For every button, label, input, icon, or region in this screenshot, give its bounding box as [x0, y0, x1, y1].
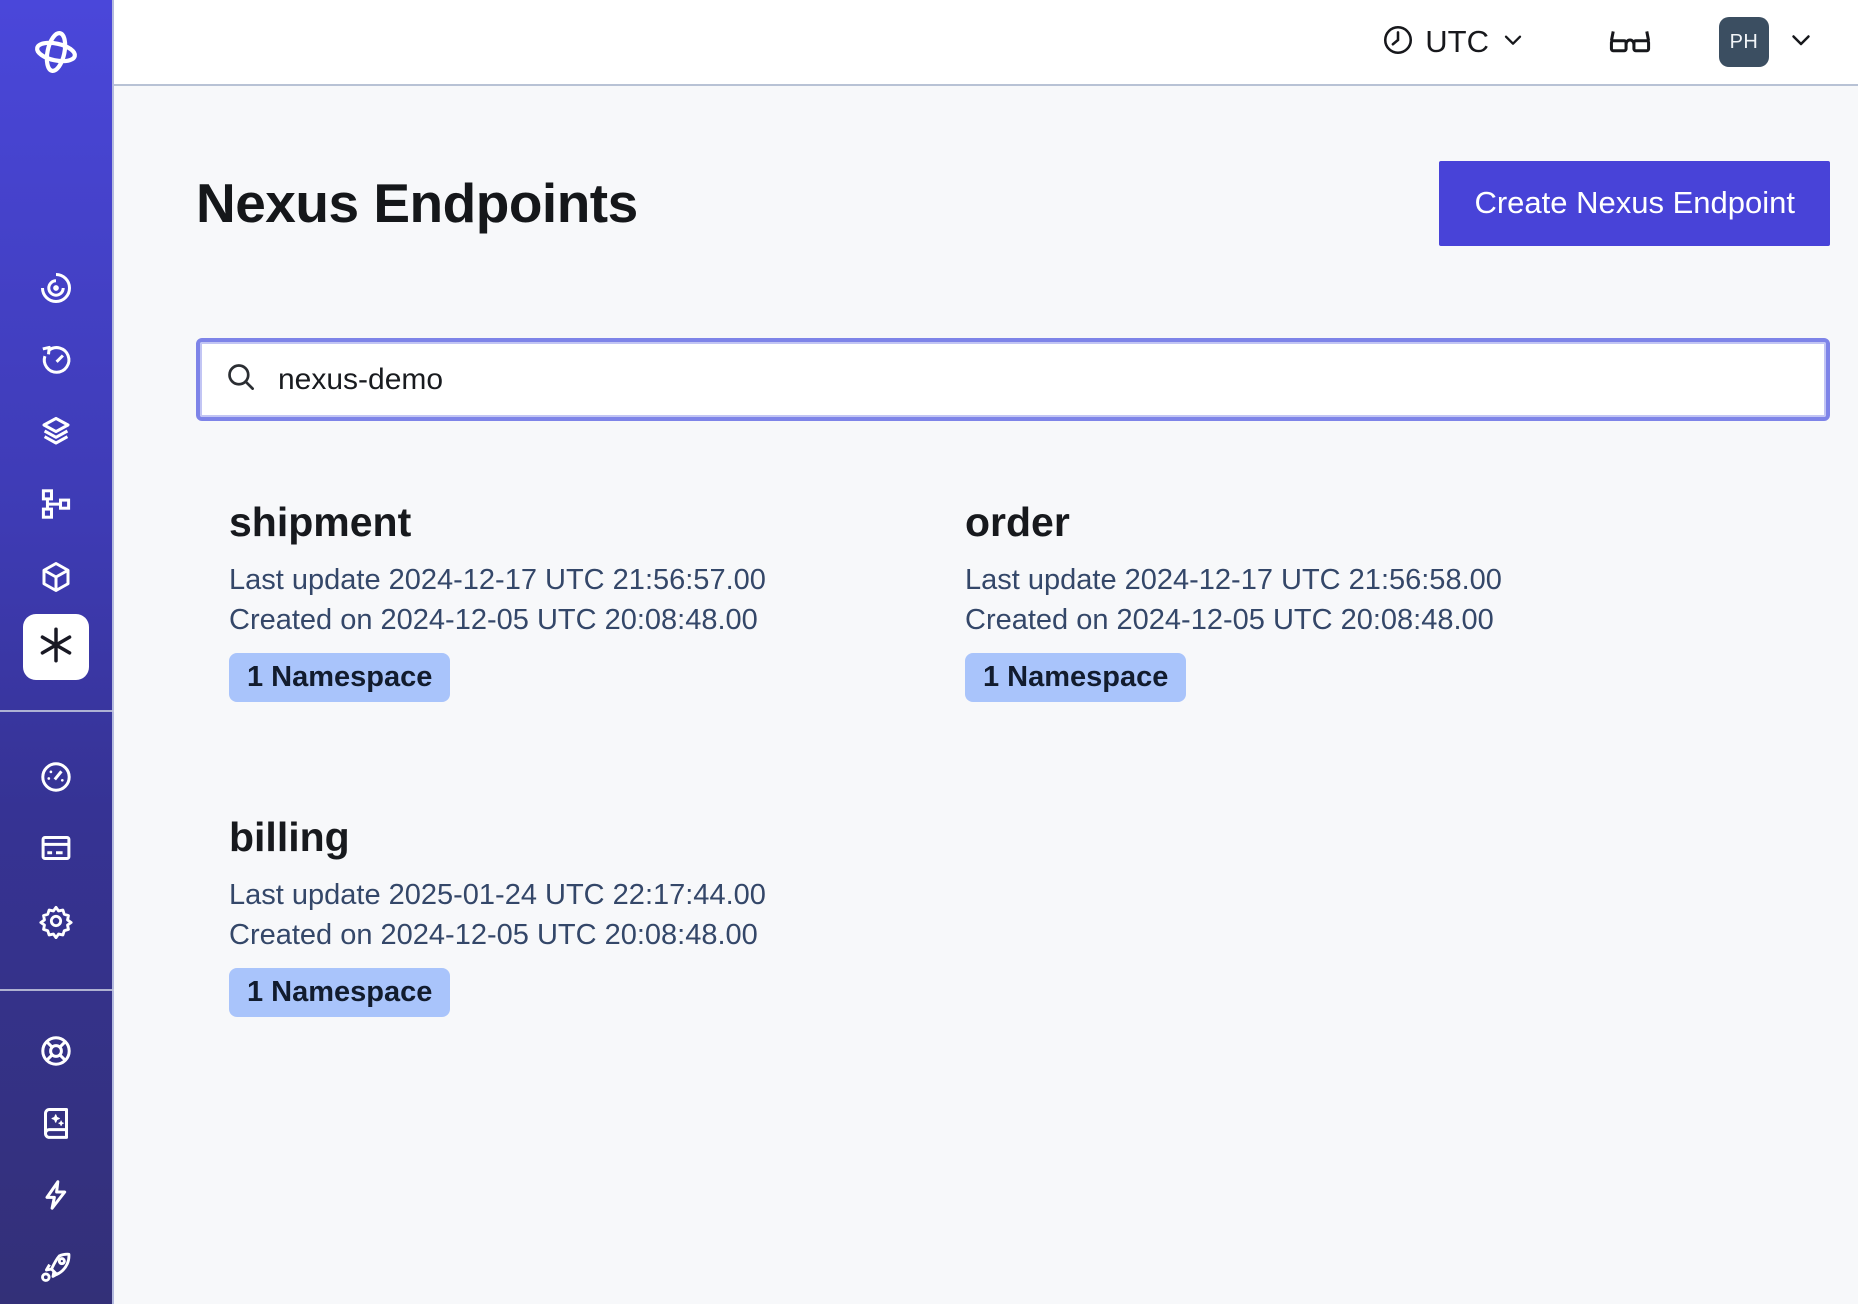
- endpoint-search-input[interactable]: [276, 362, 1802, 398]
- endpoint-name[interactable]: order: [965, 499, 1701, 546]
- search-row: [196, 338, 1830, 421]
- app-sidebar: [0, 0, 114, 1304]
- namespace-badge: 1 Namespace: [229, 968, 450, 1017]
- main-content: Nexus Endpoints Create Nexus Endpoint sh…: [114, 86, 1858, 1304]
- spiral-icon: [38, 270, 74, 306]
- reader-mode-button[interactable]: [1605, 20, 1655, 65]
- app-header: UTC PH: [114, 0, 1858, 86]
- endpoint-card[interactable]: order Last update 2024-12-17 UTC 21:56:5…: [965, 499, 1701, 702]
- cube-icon: [38, 559, 74, 595]
- endpoint-name[interactable]: shipment: [229, 499, 965, 546]
- sidebar-item-life-ring[interactable]: [33, 1028, 79, 1074]
- sidebar-divider: [0, 710, 114, 712]
- create-nexus-endpoint-button[interactable]: Create Nexus Endpoint: [1439, 161, 1830, 246]
- created-on-text: Created on 2024-12-05 UTC 20:08:48.00: [229, 915, 965, 955]
- sidebar-item-rocket[interactable]: [33, 1244, 79, 1290]
- endpoint-card-grid: shipment Last update 2024-12-17 UTC 21:5…: [229, 499, 1830, 1017]
- page-title: Nexus Endpoints: [196, 171, 638, 235]
- last-update-text: Last update 2025-01-24 UTC 22:17:44.00: [229, 875, 965, 915]
- search-icon: [224, 360, 258, 399]
- sidebar-item-layers[interactable]: [33, 408, 79, 454]
- glasses-icon: [1605, 20, 1655, 65]
- sidebar-item-home[interactable]: [33, 29, 79, 75]
- endpoint-card[interactable]: shipment Last update 2024-12-17 UTC 21:5…: [229, 499, 965, 702]
- namespace-badge: 1 Namespace: [965, 653, 1186, 702]
- avatar: PH: [1719, 17, 1769, 67]
- flowchart-icon: [38, 486, 74, 522]
- chevron-down-icon: [1499, 26, 1527, 59]
- rocket-icon: [38, 1249, 74, 1285]
- account-menu[interactable]: PH: [1719, 17, 1816, 67]
- sidebar-item-gauge[interactable]: [33, 754, 79, 800]
- last-update-text: Last update 2024-12-17 UTC 21:56:57.00: [229, 560, 965, 600]
- timezone-selector[interactable]: UTC: [1381, 23, 1527, 62]
- sidebar-item-flowchart[interactable]: [33, 481, 79, 527]
- orbit-logo-icon: [32, 28, 80, 76]
- book-sparkles-icon: [38, 1105, 74, 1141]
- lightning-bolt-icon: [38, 1177, 74, 1213]
- retry-clock-icon: [38, 342, 74, 378]
- life-ring-icon: [38, 1033, 74, 1069]
- sidebar-item-retry-clock[interactable]: [33, 337, 79, 383]
- sidebar-item-credit-card[interactable]: [33, 825, 79, 871]
- clock-icon: [1381, 23, 1415, 62]
- sidebar-item-lightning[interactable]: [33, 1172, 79, 1218]
- credit-card-icon: [38, 830, 74, 866]
- timezone-label: UTC: [1425, 24, 1489, 60]
- endpoint-search-box[interactable]: [196, 338, 1830, 421]
- endpoint-card[interactable]: billing Last update 2025-01-24 UTC 22:17…: [229, 814, 965, 1017]
- endpoint-name[interactable]: billing: [229, 814, 965, 861]
- sidebar-divider: [0, 989, 114, 991]
- layers-icon: [38, 413, 74, 449]
- sidebar-item-gear[interactable]: [33, 898, 79, 944]
- created-on-text: Created on 2024-12-05 UTC 20:08:48.00: [965, 600, 1701, 640]
- created-on-text: Created on 2024-12-05 UTC 20:08:48.00: [229, 600, 965, 640]
- last-update-text: Last update 2024-12-17 UTC 21:56:58.00: [965, 560, 1701, 600]
- gear-icon: [38, 903, 74, 939]
- sidebar-item-cube[interactable]: [33, 554, 79, 600]
- namespace-badge: 1 Namespace: [229, 653, 450, 702]
- chevron-down-icon: [1786, 25, 1816, 60]
- sidebar-item-book-sparkles[interactable]: [33, 1100, 79, 1146]
- app-root: UTC PH: [0, 0, 1858, 1304]
- gauge-icon: [38, 759, 74, 795]
- asterisk-icon: [34, 623, 78, 672]
- sidebar-item-spiral[interactable]: [33, 265, 79, 311]
- sidebar-item-nexus-active[interactable]: [23, 614, 89, 680]
- title-row: Nexus Endpoints Create Nexus Endpoint: [196, 160, 1830, 246]
